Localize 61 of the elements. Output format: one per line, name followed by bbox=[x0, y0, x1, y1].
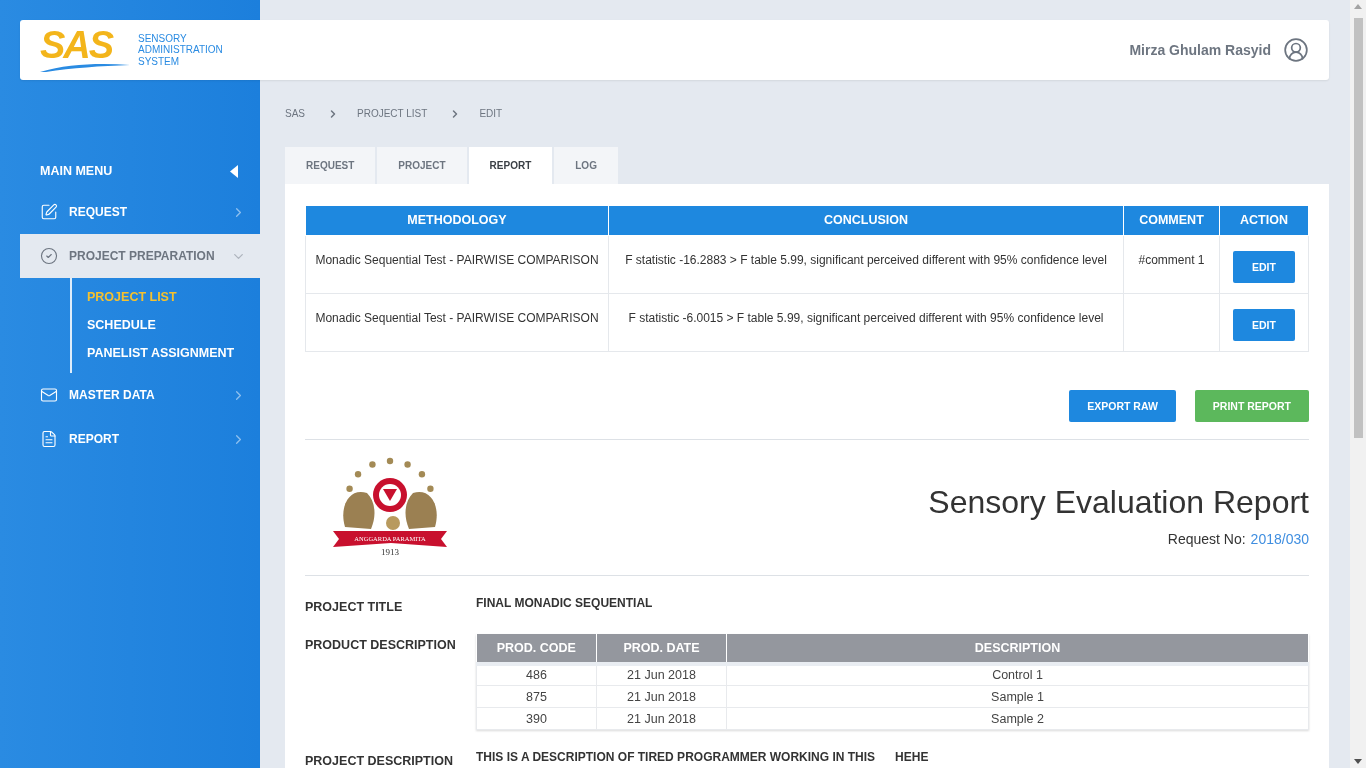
collapse-icon[interactable] bbox=[230, 164, 238, 178]
table-cell: Sample 2 bbox=[726, 707, 1309, 730]
logo-caption: SENSORY bbox=[138, 32, 188, 45]
table-cell: 875 bbox=[476, 685, 597, 708]
column-header: PROD. DATE bbox=[596, 633, 727, 664]
check-circle-icon bbox=[40, 247, 58, 265]
submenu-item[interactable]: PANELIST ASSIGNMENT bbox=[72, 339, 260, 367]
logo-caption: ADMINISTRATION bbox=[138, 44, 223, 56]
column-header: ACTION bbox=[1219, 206, 1309, 235]
edit-button[interactable]: EDIT bbox=[1233, 250, 1295, 283]
tab[interactable]: REPORT bbox=[468, 147, 553, 184]
tab[interactable]: LOG bbox=[554, 147, 618, 184]
tab[interactable]: PROJECT bbox=[377, 147, 467, 184]
request-number: Request No: 2018/030 bbox=[1167, 530, 1309, 547]
sidebar-item[interactable]: PROJECT PREPARATION bbox=[20, 234, 260, 278]
menu-title: MAIN MENU bbox=[40, 164, 113, 178]
table-cell: #comment 1 bbox=[1123, 235, 1220, 293]
column-header: CONCLUSION bbox=[608, 206, 1124, 235]
submenu-item[interactable]: SCHEDULE bbox=[72, 311, 260, 339]
export-button[interactable]: EXPORT RAW bbox=[1069, 389, 1176, 422]
logo-caption: SYSTEM bbox=[138, 55, 181, 68]
field-value: THIS IS A DESCRIPTION OF TIRED PROGRAMMER WORKING IN THIS HEHE bbox=[476, 750, 929, 766]
table-cell: 21 Jun 2018 bbox=[596, 663, 727, 686]
table-cell: 21 Jun 2018 bbox=[596, 707, 727, 730]
document-icon bbox=[40, 430, 58, 448]
edit-button[interactable]: EDIT bbox=[1233, 308, 1295, 341]
submenu-item[interactable]: PROJECT LIST bbox=[72, 283, 260, 311]
table-cell: Sample 1 bbox=[726, 685, 1309, 708]
table-cell: 486 bbox=[476, 663, 597, 686]
field-label: PROJECT DESCRIPTION bbox=[305, 753, 454, 768]
logo-text: SAS bbox=[40, 28, 113, 62]
user-name[interactable]: Mirza Ghulam Rasyid bbox=[1129, 42, 1271, 58]
table-cell: F statistic -6.0015 > F table 5.99, significant perceived different with 95% confidence level bbox=[608, 293, 1124, 351]
table-cell: 390 bbox=[476, 707, 597, 730]
scroll-down-icon[interactable] bbox=[1354, 759, 1362, 764]
table-cell: 21 Jun 2018 bbox=[596, 685, 727, 708]
field-label: PROJECT TITLE bbox=[305, 598, 404, 614]
scrollbar[interactable] bbox=[1350, 0, 1366, 768]
table-cell: Control 1 bbox=[726, 663, 1309, 686]
column-header: PROD. CODE bbox=[476, 633, 597, 664]
report-title: Sensory Evaluation Report bbox=[928, 483, 1309, 521]
table-cell: F statistic -16.2883 > F table 5.99, significant perceived different with 95% confidence level bbox=[608, 235, 1124, 293]
table-cell: Monadic Sequential Test - PAIRWISE COMPARISON bbox=[305, 235, 609, 293]
sidebar-item[interactable]: REQUEST bbox=[20, 190, 260, 234]
column-header: DESCRIPTION bbox=[726, 633, 1309, 664]
breadcrumb-item: EDIT bbox=[479, 108, 503, 119]
print-button[interactable]: PRINT REPORT bbox=[1194, 389, 1309, 422]
breadcrumb-item[interactable]: SAS bbox=[285, 108, 305, 119]
field-label: PRODUCT DESCRIPTION bbox=[305, 636, 457, 654]
sidebar-item[interactable]: MASTER DATA bbox=[20, 373, 260, 417]
breadcrumb-item[interactable]: PROJECT LIST bbox=[357, 108, 428, 119]
edit-icon bbox=[40, 203, 58, 221]
column-header: METHODOLOGY bbox=[305, 206, 609, 235]
column-header: COMMENT bbox=[1123, 206, 1220, 235]
tab[interactable]: REQUEST bbox=[285, 147, 376, 184]
envelope-icon bbox=[40, 386, 58, 404]
table-cell: Monadic Sequential Test - PAIRWISE COMPARISON bbox=[305, 293, 609, 351]
field-value: FINAL MONADIC SEQUENTIAL bbox=[476, 595, 653, 612]
user-avatar-icon[interactable] bbox=[1283, 37, 1309, 63]
scroll-up-icon[interactable] bbox=[1354, 4, 1362, 9]
sidebar-item[interactable]: REPORT bbox=[20, 417, 260, 461]
